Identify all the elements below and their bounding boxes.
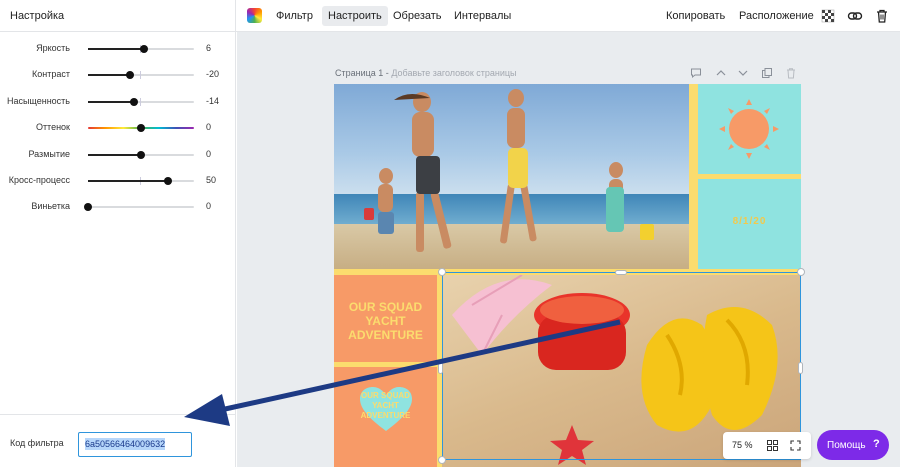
help-button[interactable]: Помощь ?: [817, 430, 889, 460]
slider-row: Оттенок 0: [0, 117, 236, 137]
slider-label: Насыщенность: [6, 96, 70, 106]
resize-handle-tl[interactable]: [438, 268, 446, 276]
slider-row: Контраст -20: [0, 64, 236, 84]
slider-label: Яркость: [36, 43, 70, 53]
slider-knob[interactable]: [137, 124, 145, 132]
duplicate-icon[interactable]: [761, 67, 773, 79]
slider-value: -20: [206, 69, 220, 79]
page-title: Страница 1 - Добавьте заголовок страницы: [335, 68, 517, 78]
delete-page-icon[interactable]: [785, 67, 797, 79]
slider-track[interactable]: [88, 124, 194, 132]
slider-row: Насыщенность -14: [0, 91, 236, 111]
slider-center-tick: [140, 98, 141, 106]
squad-line-1: OUR SQUAD: [348, 300, 423, 314]
arrange-button[interactable]: Расположение: [733, 6, 820, 26]
slider-knob[interactable]: [129, 98, 138, 106]
slider-track[interactable]: [84, 203, 194, 211]
panel-title: Настройка: [10, 10, 65, 22]
squad-line-3: ADVENTURE: [348, 328, 423, 342]
filter-code-label: Код фильтра: [10, 438, 64, 448]
design-page[interactable]: 8/1/20 OUR SQUAD YACHT ADVENTURE OUR SQU…: [334, 84, 801, 467]
slider-value: 0: [206, 201, 212, 211]
grid-icon[interactable]: [767, 440, 778, 451]
color-palette-icon[interactable]: [247, 8, 262, 23]
slider-label: Контраст: [32, 69, 70, 79]
resize-handle-right[interactable]: [798, 362, 803, 374]
page-number: Страница 1 -: [335, 68, 389, 78]
squad-line-2: YACHT: [365, 314, 406, 328]
top-toolbar: Фильтр Настроить Обрезать Интервалы Копи…: [236, 0, 900, 32]
slider-track[interactable]: [88, 71, 194, 79]
chevron-down-icon[interactable]: [737, 67, 749, 79]
date-tile[interactable]: 8/1/20: [698, 179, 801, 269]
slider-fill: [88, 74, 131, 76]
slider-value: 50: [206, 175, 217, 185]
transparency-icon[interactable]: [820, 8, 836, 24]
date-text: 8/1/20: [732, 216, 767, 227]
resize-handle-top[interactable]: [615, 270, 627, 275]
slider-value: 0: [206, 149, 212, 159]
filter-button[interactable]: Фильтр: [270, 6, 319, 26]
resize-handle-bl[interactable]: [438, 456, 446, 464]
slider-fill: [88, 180, 168, 182]
filter-code-input[interactable]: 6a50566464009632: [78, 432, 192, 457]
trash-icon[interactable]: [874, 8, 890, 24]
expand-icon[interactable]: [790, 440, 801, 451]
slider-fill: [88, 48, 145, 50]
slider-label: Виньетка: [31, 201, 70, 211]
slider-value: 0: [206, 122, 212, 132]
title-tile[interactable]: OUR SQUAD YACHT ADVENTURE: [334, 275, 437, 362]
slider-label: Оттенок: [35, 122, 70, 132]
slider-knob[interactable]: [84, 203, 92, 211]
question-icon: ?: [873, 438, 880, 450]
heart-tile[interactable]: OUR SQUAD YACHT ADVENTURE: [334, 367, 437, 467]
slider-label: Кросс-процесс: [8, 175, 70, 185]
page-title-input[interactable]: Добавьте заголовок страницы: [391, 68, 516, 78]
link-icon[interactable]: [847, 8, 863, 24]
slider-value: -14: [206, 96, 220, 106]
squad-small-line-2: YACHT: [372, 401, 399, 410]
slider-value: 6: [206, 43, 212, 53]
sun-tile[interactable]: [698, 84, 801, 174]
slider-row: Яркость 6: [0, 38, 236, 58]
resize-handle-left[interactable]: [438, 362, 443, 374]
copy-button[interactable]: Копировать: [660, 6, 731, 26]
adjust-panel: Настройка Яркость 6 Контраст -20 Насыщенност…: [0, 0, 236, 467]
slider-knob[interactable]: [137, 151, 145, 159]
squad-small-line-1: OUR SQUAD: [361, 391, 410, 400]
slider-fill: [88, 154, 141, 156]
slider-label: Размытие: [28, 149, 70, 159]
filter-code-value: 6a50566464009632: [85, 438, 166, 450]
slider-row: Виньетка 0: [0, 196, 236, 216]
zoom-value[interactable]: 75 %: [732, 440, 753, 450]
slider-track[interactable]: [88, 177, 194, 185]
chevron-up-icon[interactable]: [715, 67, 727, 79]
resize-handle-tr[interactable]: [797, 268, 805, 276]
crop-button[interactable]: Обрезать: [387, 6, 448, 26]
slider-row: Размытие 0: [0, 144, 236, 164]
help-label: Помощь: [827, 440, 866, 451]
adjust-button[interactable]: Настроить: [322, 6, 388, 26]
spacing-button[interactable]: Интервалы: [448, 6, 517, 26]
slider-track[interactable]: [88, 151, 194, 159]
family-figures: [364, 89, 654, 252]
slider-track[interactable]: [88, 45, 194, 53]
divider: [0, 31, 236, 32]
divider: [0, 414, 236, 415]
editor-app: Настройка Яркость 6 Контраст -20 Насыщенност…: [0, 0, 900, 467]
squad-small-line-3: ADVENTURE: [360, 411, 411, 420]
zoom-control[interactable]: 75 %: [723, 432, 811, 459]
slider-fill: [88, 101, 134, 103]
canvas-area: Страница 1 - Добавьте заголовок страницы: [237, 32, 900, 467]
slider-row: Кросс-процесс 50: [0, 170, 236, 190]
slider-knob[interactable]: [140, 45, 149, 53]
slider-knob[interactable]: [126, 71, 135, 79]
slider-knob[interactable]: [163, 177, 172, 185]
comment-icon[interactable]: [690, 67, 702, 79]
beach-family-photo[interactable]: [334, 84, 689, 269]
sun-icon: [729, 109, 769, 149]
slider-center-tick: [140, 71, 141, 79]
slider-track[interactable]: [88, 98, 194, 106]
